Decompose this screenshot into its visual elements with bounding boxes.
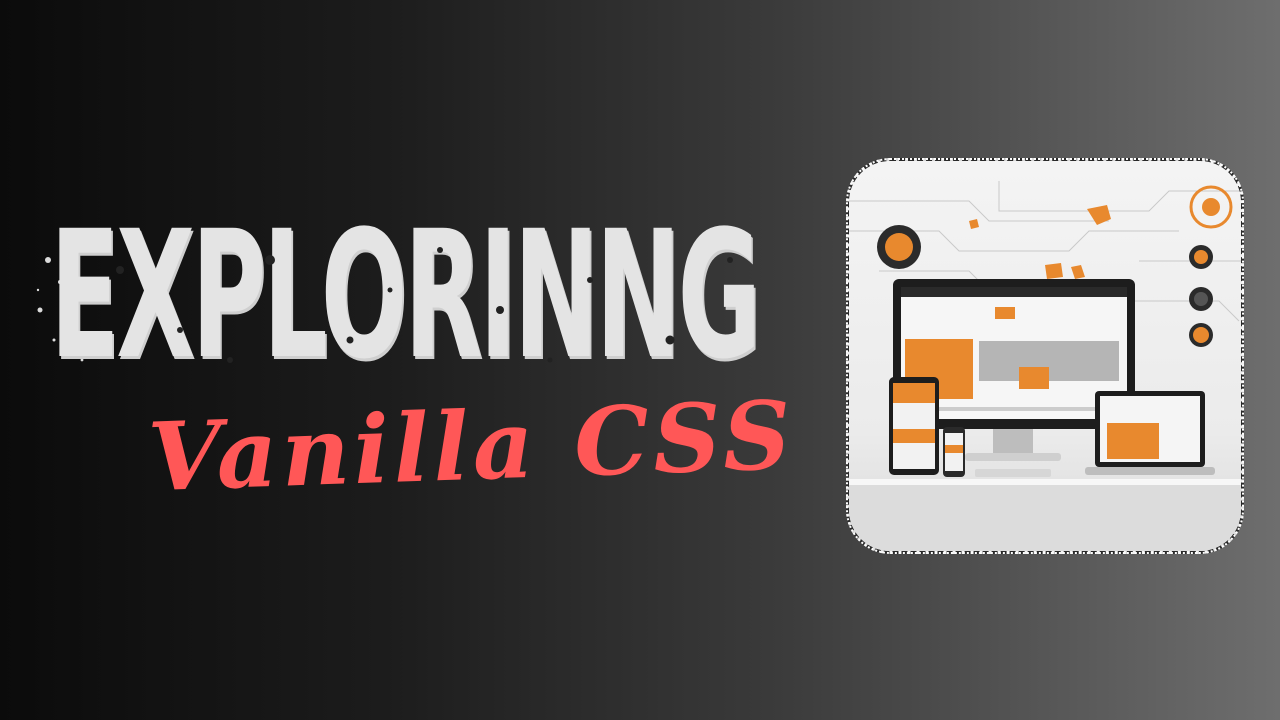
title-block: EXPLORINNG Vanilla CSS [30, 190, 830, 530]
subtitle: Vanilla CSS [146, 380, 797, 514]
responsive-devices-graphic [849, 181, 1241, 551]
devices-illustration [846, 158, 1244, 554]
headline: EXPLORINNG [50, 193, 761, 398]
